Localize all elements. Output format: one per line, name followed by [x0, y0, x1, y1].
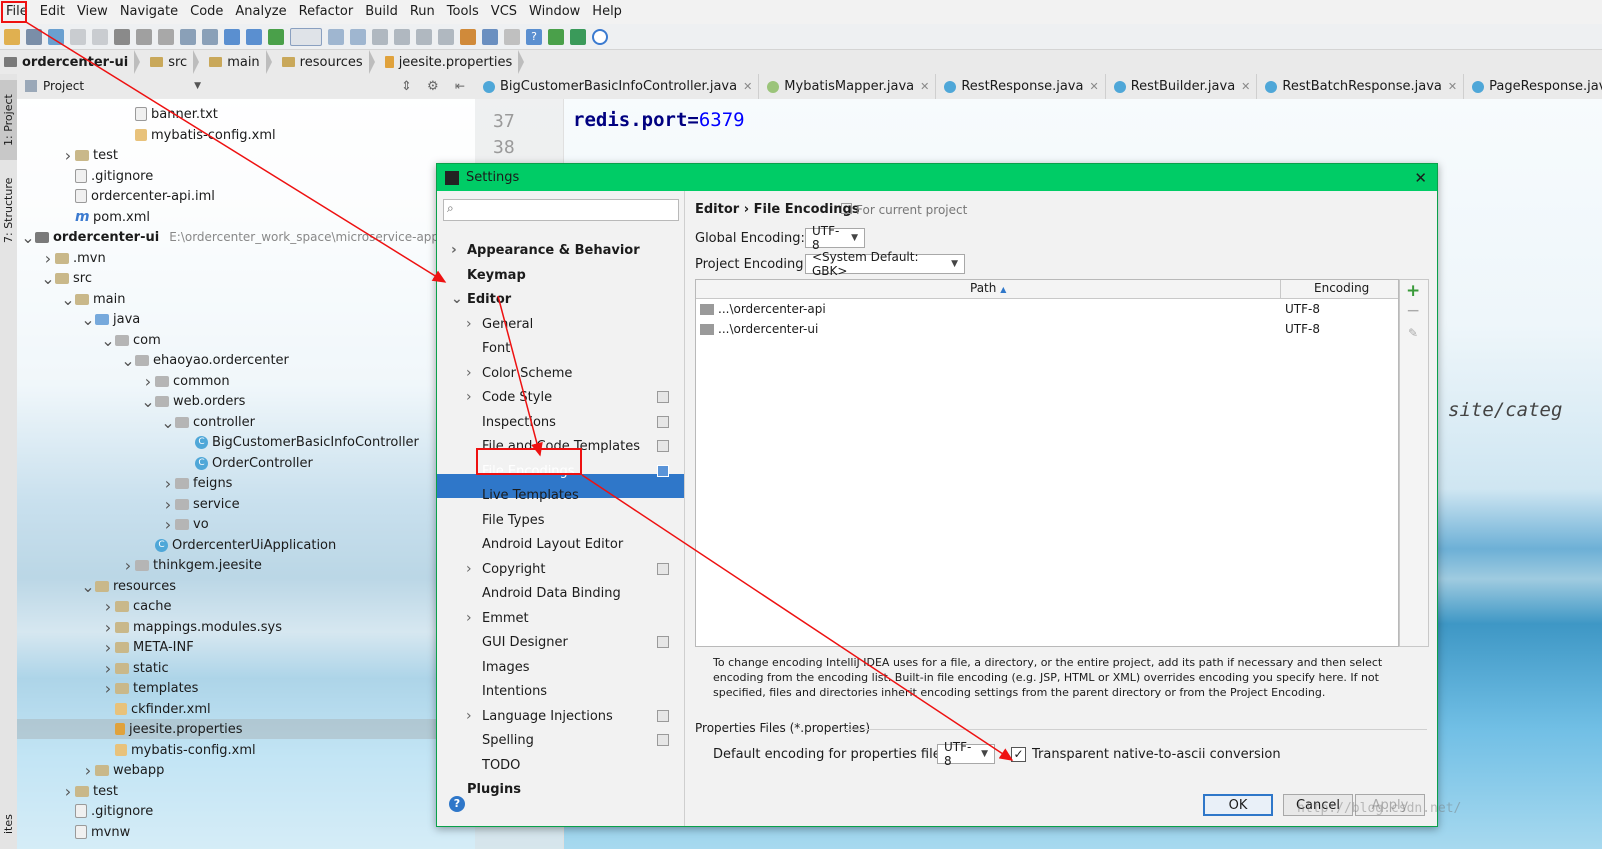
arrow-editor-to-encodings	[497, 295, 543, 457]
annotation-arrows	[25, 21, 1014, 761]
arrow-file-to-editor	[25, 21, 447, 283]
arrow-encodings-to-checkbox	[581, 474, 1014, 761]
